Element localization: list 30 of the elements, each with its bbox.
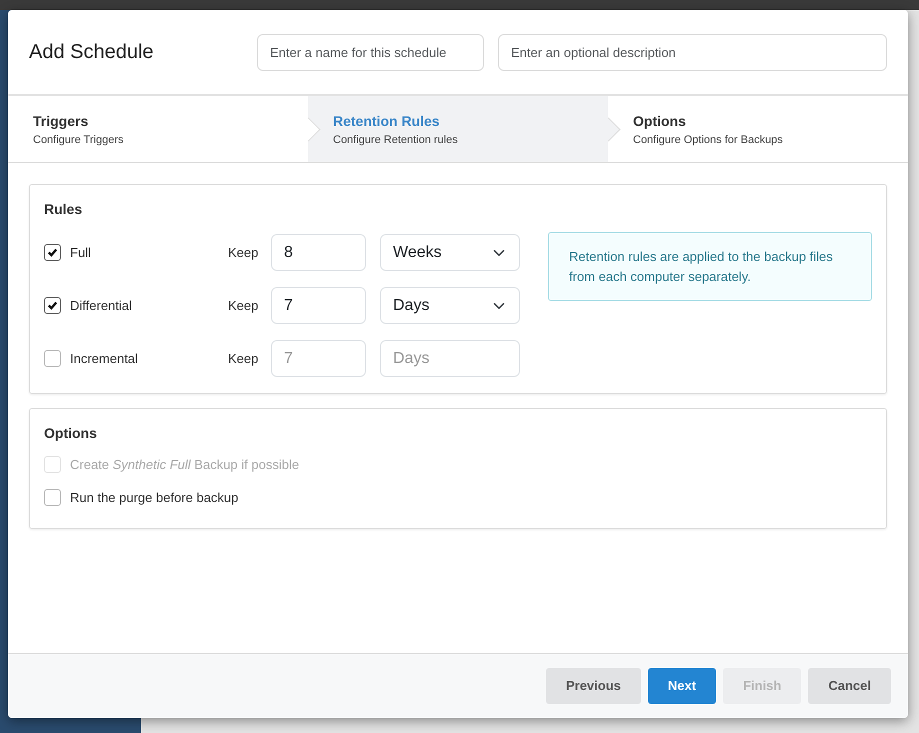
keep-label: Keep bbox=[228, 296, 260, 315]
info-message: Retention rules are applied to the backup files from each computer separately. bbox=[548, 232, 872, 301]
step-title: Triggers bbox=[33, 112, 90, 131]
footer-button[interactable]: Next bbox=[648, 668, 716, 704]
rule-label: Differential bbox=[70, 296, 132, 315]
unit-dropdown[interactable]: Days bbox=[380, 287, 520, 324]
step-subtitle: Configure Options for Backups bbox=[633, 133, 784, 148]
name-field[interactable]: Enter a name for this schedule bbox=[257, 34, 484, 70]
description-field[interactable]: Enter an optional description bbox=[498, 34, 887, 70]
step-subtitle: Configure Triggers bbox=[33, 133, 124, 148]
footer-button[interactable]: Previous bbox=[546, 668, 641, 704]
count-field[interactable]: 8 bbox=[271, 234, 366, 271]
option-label: Create Synthetic Full Backup if possible bbox=[70, 456, 300, 474]
checkbox[interactable] bbox=[44, 244, 61, 261]
footer-button[interactable]: Cancel bbox=[808, 668, 891, 704]
checkbox[interactable] bbox=[44, 489, 61, 506]
count-field[interactable]: 7 bbox=[271, 287, 366, 324]
checkbox[interactable] bbox=[44, 297, 61, 314]
step-subtitle: Configure Retention rules bbox=[333, 133, 459, 148]
dialog-title: Add Schedule bbox=[29, 40, 155, 64]
step-title: Retention Rules bbox=[333, 112, 441, 131]
rule-label: Full bbox=[70, 244, 91, 262]
rule-label: Incremental bbox=[70, 350, 138, 368]
keep-label: Keep bbox=[228, 244, 260, 262]
option-label: Run the purge before backup bbox=[70, 488, 238, 507]
unit-dropdown[interactable]: Weeks bbox=[380, 234, 520, 271]
keep-label: Keep bbox=[228, 350, 260, 368]
section-title: Options bbox=[44, 424, 98, 443]
step-title: Options bbox=[633, 112, 687, 131]
section-title: Rules bbox=[44, 200, 84, 219]
